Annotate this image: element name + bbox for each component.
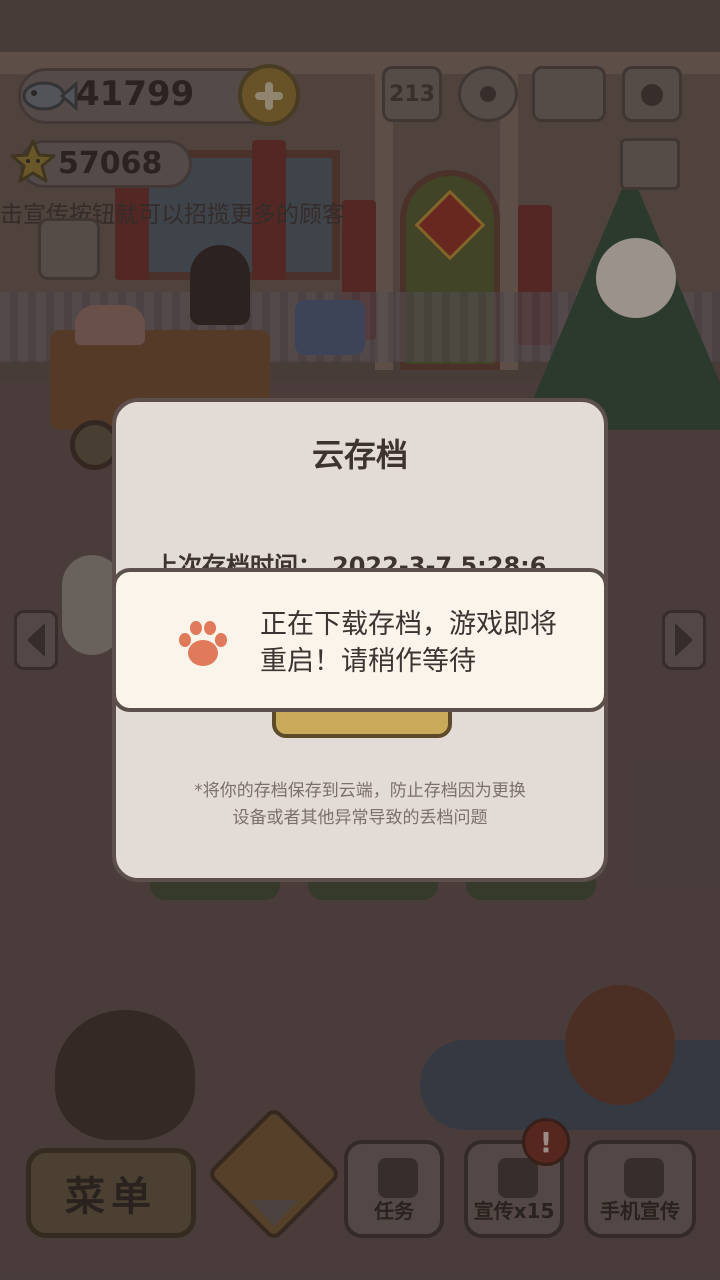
note-line: *将你的存档保存到云端，防止存档因为更换 (194, 781, 526, 801)
toast-line: 重启！请稍作等待 (260, 646, 476, 677)
paw-icon (179, 621, 227, 666)
loading-toast: 正在下载存档，游戏即将 重启！请稍作等待 (112, 568, 608, 712)
toast-message: 正在下载存档，游戏即将 重启！请稍作等待 (260, 606, 600, 680)
toast-line: 正在下载存档，游戏即将 (260, 609, 557, 640)
dialog-title: 云存档 (311, 436, 408, 474)
cloud-save-note: *将你的存档保存到云端，防止存档因为更换 设备或者其他异常导致的丢档问题 (116, 778, 604, 832)
note-line: 设备或者其他异常导致的丢档问题 (232, 808, 488, 828)
